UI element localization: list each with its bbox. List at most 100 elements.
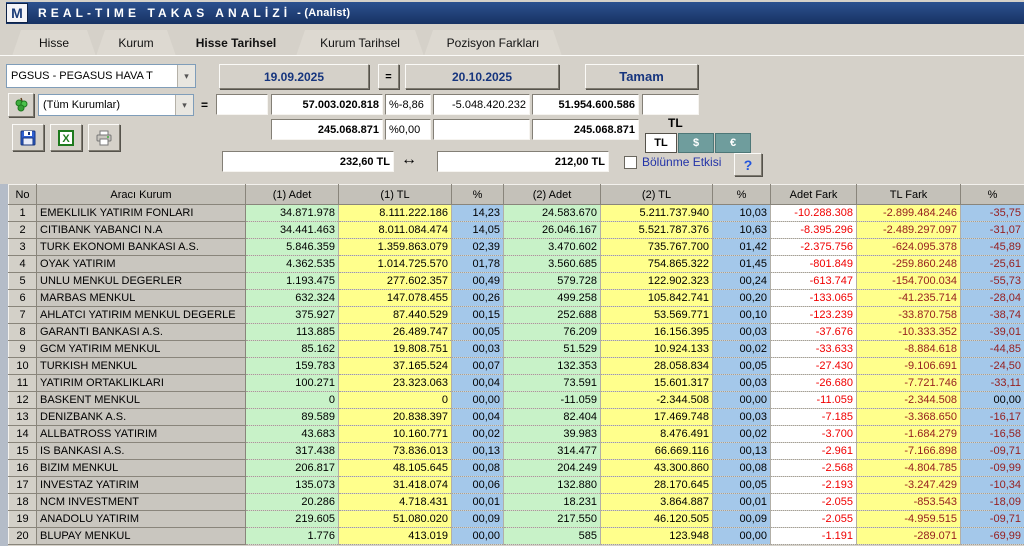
stock-select[interactable]: PGSUS - PEGASUS HAVA T ▾ <box>6 64 196 88</box>
cell-tl-1: 48.105.645 <box>338 459 452 477</box>
grapes-icon[interactable] <box>8 93 34 117</box>
table-row[interactable]: 2 CITIBANK YABANCI N.A 34.441.463 8.011.084… <box>8 221 1024 239</box>
column-header[interactable]: % <box>451 184 504 205</box>
chevron-down-icon[interactable]: ▾ <box>177 65 195 87</box>
table-row[interactable]: 3 TURK EKONOMI BANKASI A.S. 5.846.359 1.359… <box>8 238 1024 256</box>
chevron-down-icon[interactable]: ▾ <box>175 95 193 115</box>
cell-tl-1: 277.602.357 <box>338 272 452 290</box>
save-button[interactable] <box>12 124 44 151</box>
total-1-field[interactable] <box>271 94 383 115</box>
print-button[interactable] <box>88 124 120 151</box>
table-row[interactable]: 4 OYAK YATIRIM 4.362.535 1.014.725.570 01,78… <box>8 255 1024 273</box>
column-header[interactable]: (2) Adet <box>503 184 601 205</box>
cell-adet-1: 85.162 <box>245 340 339 358</box>
cell-adet-2: 18.231 <box>503 493 601 511</box>
column-header[interactable]: (2) TL <box>600 184 713 205</box>
table-row[interactable]: 13 DENIZBANK A.S. 89.589 20.838.397 00,04 82.… <box>8 408 1024 426</box>
cell-adet-1: 4.362.535 <box>245 255 339 273</box>
extra-1-field[interactable] <box>642 94 699 115</box>
cell-araci-kurum: EMEKLILIK YATIRIM FONLARI <box>36 204 246 222</box>
filter-input[interactable] <box>216 94 268 115</box>
table-row[interactable]: 16 BIZIM MENKUL 206.817 48.105.645 00,08 204.… <box>8 459 1024 477</box>
table-row[interactable]: 9 GCM YATIRIM MENKUL 85.162 19.808.751 00,03… <box>8 340 1024 358</box>
cell-tl-2: -2.344.508 <box>600 391 713 409</box>
tab-hisse-tarihsel[interactable]: Hisse Tarihsel <box>176 30 296 56</box>
extra-2-field[interactable] <box>433 119 530 140</box>
cell-pct-fark: -24,50 <box>960 357 1024 375</box>
currency-usd-button[interactable]: $ <box>678 133 714 153</box>
price-to-field[interactable] <box>437 151 609 172</box>
ok-button[interactable]: Tamam <box>585 64 698 89</box>
table-row[interactable]: 11 YATIRIM ORTAKLIKLARI 100.271 23.323.063 0… <box>8 374 1024 392</box>
export-excel-button[interactable]: X <box>50 124 82 151</box>
cell-tl-2: 5.211.737.940 <box>600 204 713 222</box>
cell-tl-1: 8.011.084.474 <box>338 221 452 239</box>
column-header[interactable]: (1) TL <box>338 184 452 205</box>
cell-adet-2: 3.560.685 <box>503 255 601 273</box>
cell-pct-fark: 00,00 <box>960 391 1024 409</box>
table-row[interactable]: 19 ANADOLU YATIRIM 219.605 51.080.020 00,09 2… <box>8 510 1024 528</box>
tab-pozisyon-farklari[interactable]: Pozisyon Farkları <box>424 30 562 56</box>
column-header[interactable]: (1) Adet <box>245 184 339 205</box>
tab-hisse[interactable]: Hisse <box>12 30 96 56</box>
tab-kurum[interactable]: Kurum <box>96 30 176 56</box>
cell-tl-fark: -1.684.279 <box>856 425 961 443</box>
equals-button[interactable]: = <box>378 64 399 89</box>
currency-tl-button[interactable]: TL <box>645 133 677 153</box>
column-header[interactable]: No <box>8 184 37 205</box>
cell-adet-2: 76.209 <box>503 323 601 341</box>
cell-adet-fark: -1.191 <box>770 527 857 545</box>
cell-adet-2: 132.880 <box>503 476 601 494</box>
cell-pct-2: 10,03 <box>712 204 771 222</box>
cell-araci-kurum: GARANTI BANKASI A.S. <box>36 323 246 341</box>
total-2-field[interactable] <box>532 94 639 115</box>
cell-tl-1: 31.418.074 <box>338 476 452 494</box>
currency-eur-button[interactable]: € <box>715 133 751 153</box>
cell-no: 8 <box>8 323 37 341</box>
column-header[interactable]: TL Fark <box>856 184 961 205</box>
table-row[interactable]: 1 EMEKLILIK YATIRIM FONLARI 34.871.978 8.11… <box>8 204 1024 222</box>
cell-pct-2: 00,01 <box>712 493 771 511</box>
left-margin-strip <box>0 184 8 546</box>
column-header[interactable]: Aracı Kurum <box>36 184 246 205</box>
column-header[interactable]: % <box>712 184 771 205</box>
app-subtitle: - (Analist) <box>297 7 351 19</box>
cell-no: 9 <box>8 340 37 358</box>
column-header[interactable]: Adet Fark <box>770 184 857 205</box>
table-row[interactable]: 17 INVESTAZ YATIRIM 135.073 31.418.074 00,06… <box>8 476 1024 494</box>
table-row[interactable]: 18 NCM INVESTMENT 20.286 4.718.431 00,01 18.2… <box>8 493 1024 511</box>
table-row[interactable]: 15 IS BANKASI A.S. 317.438 73.836.013 00,13 3… <box>8 442 1024 460</box>
adet-total-1-field[interactable] <box>271 119 383 140</box>
cell-pct-1: 00,00 <box>451 527 504 545</box>
table-row[interactable]: 14 ALLBATROSS YATIRIM 43.683 10.160.771 00,0… <box>8 425 1024 443</box>
cell-pct-2: 00,02 <box>712 425 771 443</box>
kurum-select[interactable]: (Tüm Kurumlar) ▾ <box>38 94 194 116</box>
price-from-field[interactable] <box>222 151 394 172</box>
cell-adet-2: 73.591 <box>503 374 601 392</box>
table-row[interactable]: 7 AHLATCI YATIRIM MENKUL DEGERLE 375.927 87… <box>8 306 1024 324</box>
difference-field[interactable] <box>433 94 530 115</box>
cell-no: 18 <box>8 493 37 511</box>
pct-change-2-field[interactable] <box>385 119 431 140</box>
cell-adet-fark: -2.375.756 <box>770 238 857 256</box>
pct-change-1-field[interactable] <box>385 94 431 115</box>
cell-tl-fark: -3.368.650 <box>856 408 961 426</box>
adet-total-2-field[interactable] <box>532 119 639 140</box>
table-row[interactable]: 10 TURKISH MENKUL 159.783 37.165.524 00,07 13… <box>8 357 1024 375</box>
column-header[interactable]: % <box>960 184 1024 205</box>
cell-pct-1: 00,08 <box>451 459 504 477</box>
cell-pct-2: 00,13 <box>712 442 771 460</box>
tab-kurum-tarihsel[interactable]: Kurum Tarihsel <box>296 30 424 56</box>
app-logo: M <box>6 3 28 23</box>
table-row[interactable]: 12 BASKENT MENKUL 0 0 00,00 -11.059 -2.344.508… <box>8 391 1024 409</box>
cell-tl-2: 16.156.395 <box>600 323 713 341</box>
split-effect-checkbox[interactable] <box>624 156 637 169</box>
table-row[interactable]: 6 MARBAS MENKUL 632.324 147.078.455 00,26 499… <box>8 289 1024 307</box>
date-to-button[interactable]: 20.10.2025 <box>405 64 559 89</box>
table-row[interactable]: 5 UNLU MENKUL DEGERLER 1.193.475 277.602.35… <box>8 272 1024 290</box>
cell-tl-2: 754.865.322 <box>600 255 713 273</box>
help-button[interactable]: ? <box>734 153 762 176</box>
date-from-button[interactable]: 19.09.2025 <box>219 64 369 89</box>
table-row[interactable]: 8 GARANTI BANKASI A.S. 113.885 26.489.747 00… <box>8 323 1024 341</box>
table-row[interactable]: 20 BLUPAY MENKUL 1.776 413.019 00,00 585 123.9… <box>8 527 1024 545</box>
